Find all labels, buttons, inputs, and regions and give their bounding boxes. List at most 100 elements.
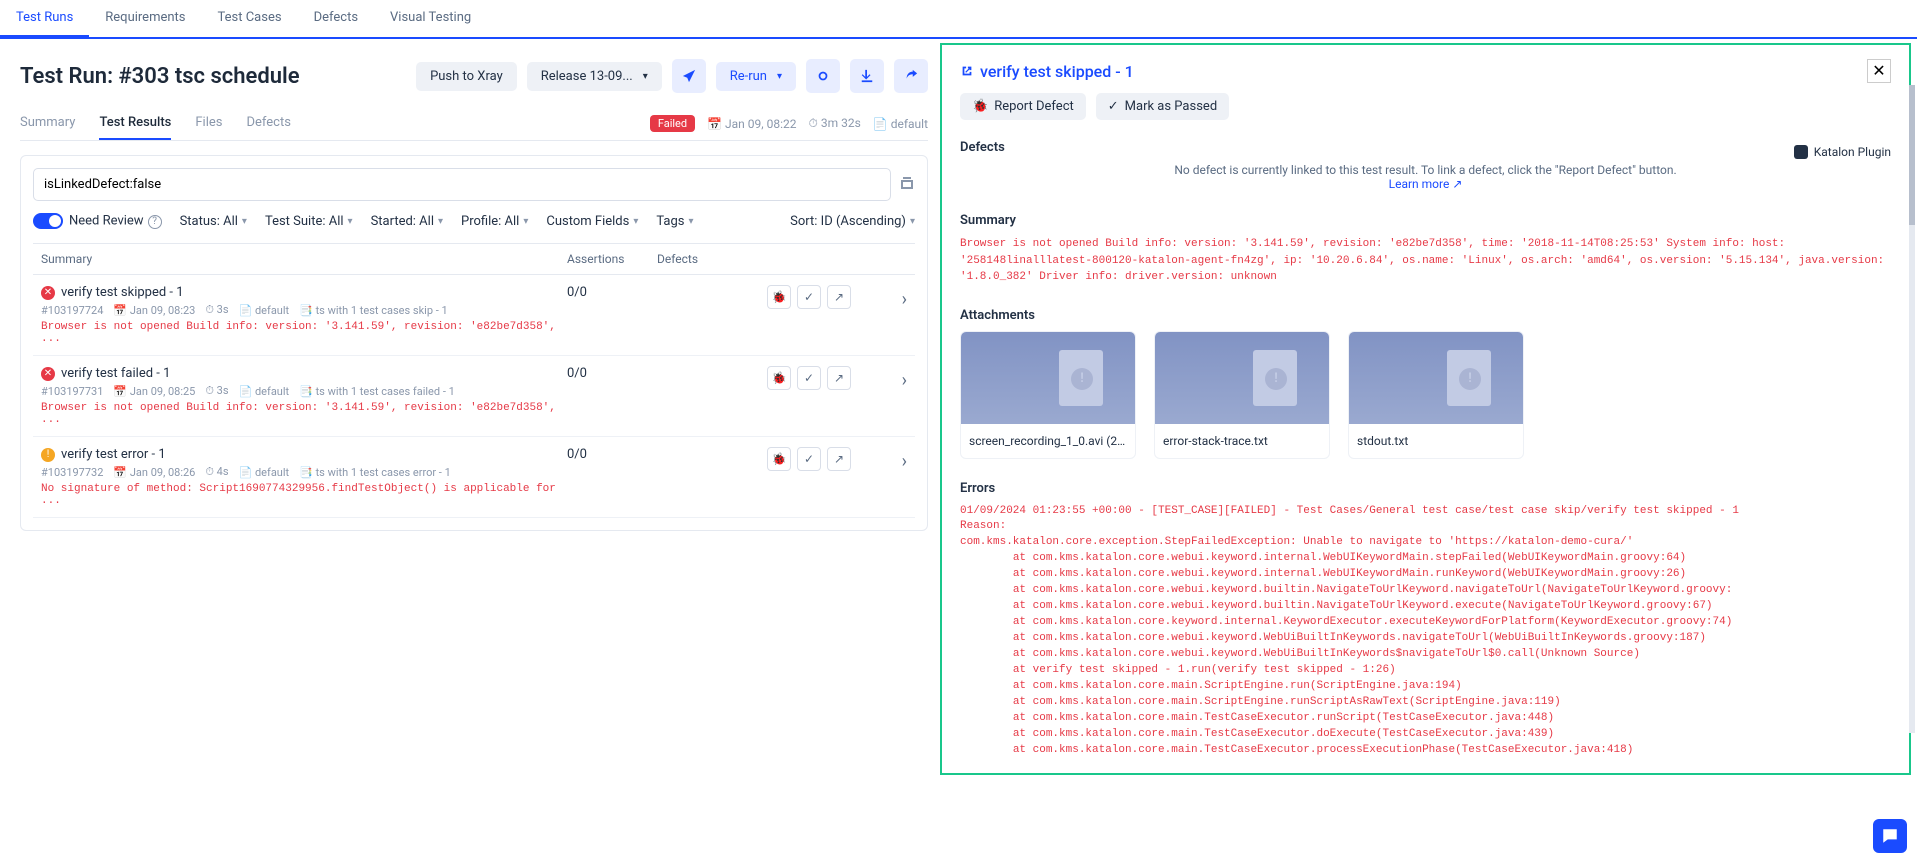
- open-external-icon-button[interactable]: ↗: [827, 366, 851, 390]
- row-suite: 📑 ts with 1 test cases failed - 1: [299, 385, 455, 398]
- link-icon: [816, 69, 830, 83]
- attachment-name: error-stack-trace.txt: [1155, 424, 1329, 458]
- row-assertions: 0/0: [567, 366, 657, 381]
- attachment-card[interactable]: !error-stack-trace.txt: [1154, 331, 1330, 459]
- chat-icon: [1881, 827, 1899, 845]
- bug-icon-button[interactable]: 🐞: [767, 285, 791, 309]
- release-dropdown[interactable]: Release 13-09...: [527, 62, 662, 91]
- status-icon: ✕: [41, 367, 55, 381]
- check-icon-button[interactable]: ✓: [797, 366, 821, 390]
- filter-profile[interactable]: Profile: All: [461, 214, 528, 229]
- chevron-right-icon[interactable]: ›: [877, 447, 907, 472]
- attachment-name: screen_recording_1_0.avi (20.29: [961, 424, 1135, 458]
- check-icon-button[interactable]: ✓: [797, 447, 821, 471]
- run-profile: 📄 default: [873, 117, 928, 131]
- nav-test-cases[interactable]: Test Cases: [202, 0, 298, 37]
- help-icon[interactable]: ?: [148, 215, 162, 229]
- table-row[interactable]: ✕verify test skipped - 1#103197724📅 Jan …: [33, 275, 915, 356]
- summary-text: Browser is not opened Build info: versio…: [960, 236, 1891, 286]
- col-header-defects: Defects: [657, 252, 767, 266]
- status-icon: !: [41, 448, 55, 462]
- row-id: #103197724: [41, 304, 103, 317]
- attachment-card[interactable]: !screen_recording_1_0.avi (20.29: [960, 331, 1136, 459]
- chevron-right-icon[interactable]: ›: [877, 366, 907, 391]
- errors-text: 01/09/2024 01:23:55 +00:00 - [TEST_CASE]…: [960, 504, 1891, 759]
- status-icon: ✕: [41, 286, 55, 300]
- col-header-assertions: Assertions: [567, 252, 657, 266]
- col-header-summary: Summary: [41, 252, 567, 266]
- attachment-card[interactable]: !stdout.txt: [1348, 331, 1524, 459]
- chat-widget-button[interactable]: [1873, 819, 1907, 853]
- check-icon-button[interactable]: ✓: [797, 285, 821, 309]
- row-id: #103197731: [41, 385, 103, 398]
- nav-visual-testing[interactable]: Visual Testing: [374, 0, 487, 37]
- row-suite: 📑 ts with 1 test cases error - 1: [299, 466, 451, 479]
- report-defect-button[interactable]: 🐞 Report Defect: [960, 93, 1086, 120]
- search-input[interactable]: [33, 168, 891, 201]
- download-icon-button[interactable]: [850, 59, 884, 93]
- send-icon-button[interactable]: [672, 59, 706, 93]
- row-date: 📅 Jan 09, 08:23: [113, 304, 195, 317]
- katalon-plugin-link[interactable]: Katalon Plugin: [1794, 145, 1891, 159]
- filter-custom-fields[interactable]: Custom Fields: [546, 214, 638, 229]
- row-duration: ⏱ 3s: [205, 384, 228, 398]
- table-row[interactable]: ✕verify test failed - 1#103197731📅 Jan 0…: [33, 356, 915, 437]
- open-external-icon: [960, 64, 974, 78]
- page-title: Test Run: #303 tsc schedule: [20, 64, 300, 89]
- nav-defects[interactable]: Defects: [298, 0, 374, 37]
- row-profile: 📄 default: [239, 385, 290, 398]
- mark-as-passed-button[interactable]: ✓ Mark as Passed: [1096, 93, 1229, 120]
- row-duration: ⏱ 4s: [205, 465, 228, 479]
- defects-empty-text: No defect is currently linked to this te…: [1174, 163, 1676, 177]
- push-to-xray-button[interactable]: Push to Xray: [416, 62, 517, 91]
- run-date: 📅 Jan 09, 08:22: [707, 117, 796, 131]
- row-error: Browser is not opened Build info: versio…: [41, 321, 567, 345]
- summary-heading: Summary: [960, 213, 1891, 228]
- errors-heading: Errors: [960, 481, 1891, 496]
- tab-test-results[interactable]: Test Results: [99, 107, 171, 140]
- open-external-icon-button[interactable]: ↗: [827, 285, 851, 309]
- link-icon-button[interactable]: [806, 59, 840, 93]
- close-detail-button[interactable]: ✕: [1867, 59, 1891, 83]
- row-date: 📅 Jan 09, 08:25: [113, 385, 195, 398]
- share-icon-button[interactable]: [894, 59, 928, 93]
- attachments-heading: Attachments: [960, 308, 1891, 323]
- row-assertions: 0/0: [567, 285, 657, 300]
- attachment-name: stdout.txt: [1349, 424, 1523, 458]
- defects-heading: Defects: [960, 140, 1005, 155]
- row-id: #103197732: [41, 466, 103, 479]
- detail-title[interactable]: verify test skipped - 1: [960, 62, 1134, 81]
- paper-plane-icon: [682, 69, 696, 83]
- tab-summary[interactable]: Summary: [20, 107, 75, 140]
- row-profile: 📄 default: [239, 304, 290, 317]
- chevron-right-icon[interactable]: ›: [877, 285, 907, 310]
- row-error: No signature of method: Script1690774329…: [41, 483, 567, 507]
- nav-test-runs[interactable]: Test Runs: [0, 0, 89, 37]
- tab-files[interactable]: Files: [195, 107, 222, 140]
- status-badge: Failed: [650, 115, 695, 132]
- download-icon: [860, 69, 874, 83]
- filter-started[interactable]: Started: All: [371, 214, 443, 229]
- rerun-dropdown[interactable]: Re-run: [716, 62, 796, 91]
- bug-icon-button[interactable]: 🐞: [767, 447, 791, 471]
- learn-more-link[interactable]: Learn more ↗: [1389, 177, 1463, 191]
- filter-suite[interactable]: Test Suite: All: [265, 214, 353, 229]
- tab-defects[interactable]: Defects: [247, 107, 291, 140]
- row-profile: 📄 default: [239, 466, 290, 479]
- scrollbar[interactable]: [1909, 85, 1915, 733]
- filter-status[interactable]: Status: All: [180, 214, 247, 229]
- nav-requirements[interactable]: Requirements: [89, 0, 201, 37]
- bug-icon-button[interactable]: 🐞: [767, 366, 791, 390]
- open-external-icon-button[interactable]: ↗: [827, 447, 851, 471]
- row-error: Browser is not opened Build info: versio…: [41, 402, 567, 426]
- need-review-toggle[interactable]: Need Review?: [33, 213, 162, 229]
- sort-dropdown[interactable]: Sort: ID (Ascending): [790, 214, 915, 229]
- filter-tags[interactable]: Tags: [656, 214, 693, 229]
- row-date: 📅 Jan 09, 08:26: [113, 466, 195, 479]
- row-duration: ⏱ 3s: [205, 303, 228, 317]
- table-row[interactable]: !verify test error - 1#103197732📅 Jan 09…: [33, 437, 915, 518]
- copy-icon: [899, 175, 915, 191]
- copy-icon-button[interactable]: [899, 168, 915, 201]
- run-duration: ⏱ 3m 32s: [809, 116, 861, 131]
- row-assertions: 0/0: [567, 447, 657, 462]
